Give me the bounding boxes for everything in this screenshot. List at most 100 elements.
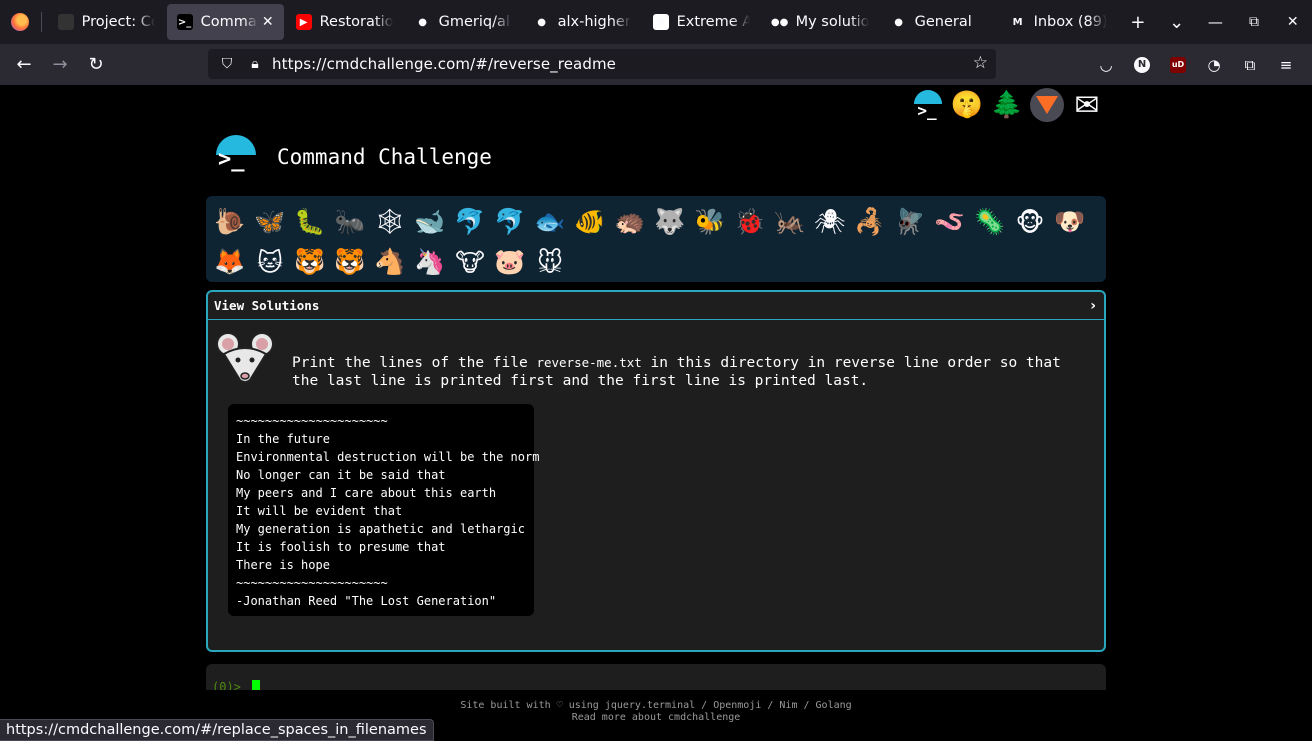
browser-tab[interactable]: ● alx-higher_ — [524, 4, 641, 40]
gitlab-icon[interactable] — [1030, 88, 1064, 122]
challenge-animal-icon[interactable]: 🦂 — [850, 202, 890, 242]
challenge-description: Print the lines of the file reverse-me.t… — [292, 354, 1092, 390]
firefox-menu-icon[interactable] — [0, 0, 41, 44]
close-window-button[interactable]: ✕ — [1273, 0, 1312, 44]
tree-icon[interactable]: 🌲 — [990, 88, 1024, 122]
command-prompt-logo-icon: >_ — [212, 133, 260, 181]
challenge-animal-icon[interactable]: 🐯 — [290, 242, 330, 282]
tab-favicon-icon: ● — [414, 14, 431, 30]
challenge-animal-icon[interactable]: 🐯 — [330, 242, 370, 282]
challenge-animal-icon[interactable]: 🦗 — [770, 202, 810, 242]
challenge-animal-icon[interactable]: 🦋 — [250, 202, 290, 242]
back-button[interactable]: ← — [6, 49, 42, 81]
shushing-face-icon[interactable]: 🤫 — [950, 88, 984, 122]
challenge-animal-icon[interactable]: 🐋 — [410, 202, 450, 242]
chevron-right-icon: › — [1090, 297, 1096, 314]
view-solutions-toggle[interactable]: View Solutions › — [208, 292, 1104, 320]
lock-icon[interactable]: 🔒︎ — [244, 56, 266, 72]
url-text[interactable]: https://cmdchallenge.com/#/reverse_readm… — [272, 55, 616, 73]
tab-strip: Project: Co>_Comman✕▶Restoration●Gmeriq/… — [0, 0, 1312, 44]
browser-tab[interactable]: ▶ Restoration — [286, 4, 403, 40]
challenge-animal-icon[interactable]: 🐭 — [530, 242, 570, 282]
challenge-animal-icon[interactable]: 🦄 — [410, 242, 450, 282]
tab-title: alx-higher_ — [557, 14, 631, 30]
challenge-animal-icon[interactable]: 🐬 — [490, 202, 530, 242]
challenge-animal-icon[interactable]: 🐌 — [210, 202, 250, 242]
challenge-animal-icon[interactable]: 🪱 — [930, 202, 970, 242]
new-tab-button[interactable]: + — [1119, 0, 1158, 44]
terminal-prompt[interactable]: (0)> — [212, 680, 261, 690]
tab-title: Restoration — [319, 14, 393, 30]
terminal-panel[interactable]: (0)> — [206, 664, 1106, 690]
forward-button[interactable]: → — [42, 49, 78, 81]
close-tab-icon[interactable]: ✕ — [262, 14, 274, 30]
task-filename: reverse-me.txt — [536, 355, 642, 370]
tab-title: Comman — [200, 14, 258, 30]
challenge-animal-icon[interactable]: 🐛 — [290, 202, 330, 242]
list-all-tabs-button[interactable]: ⌄ — [1157, 0, 1196, 44]
minimize-button[interactable]: — — [1196, 0, 1235, 44]
ublock-icon: uD — [1170, 56, 1186, 73]
tab-title: My solutio — [795, 14, 869, 30]
hamburger-menu-icon[interactable]: ≡ — [1268, 50, 1304, 80]
prompt-text: (0)> — [212, 680, 249, 690]
tab-favicon-icon: ◼ — [652, 14, 669, 30]
page-content: >_ 🤫 🌲 ✉ >_ Command Challenge 🐌 🦋 🐛 🐜 🕸 🐋 🐬 🐬 🐟 🐠… — [0, 85, 1312, 741]
tab-title: Project: Co — [81, 14, 155, 30]
browser-tab[interactable]: ● General — [881, 4, 998, 40]
challenge-animal-icon[interactable]: 🐜 — [330, 202, 370, 242]
challenge-animal-icon[interactable]: 🐮 — [450, 242, 490, 282]
challenge-animal-icon[interactable]: 🕷 — [810, 202, 850, 242]
page-title: Command Challenge — [277, 145, 492, 169]
tab-favicon-icon: M — [1009, 14, 1026, 30]
top-icon-bar: >_ 🤫 🌲 ✉ — [910, 88, 1104, 123]
browser-tab[interactable]: >_ Comman✕ — [166, 4, 284, 40]
challenge-animal-icon[interactable]: 🦠 — [970, 202, 1010, 242]
tab-title: Gmeriq/alx — [438, 14, 512, 30]
tab-separator — [40, 12, 42, 32]
reload-icon: ↻ — [88, 54, 104, 75]
browser-tab[interactable]: Project: Co — [48, 4, 165, 40]
extension-n-button[interactable]: N — [1124, 50, 1160, 80]
tab-favicon-icon: >_ — [176, 14, 193, 30]
file-contents-block: ~~~~~~~~~~~~~~~~~~~~~ In the future Envi… — [228, 404, 539, 616]
challenge-animal-icon[interactable]: 🦊 — [210, 242, 250, 282]
challenge-animal-icon[interactable]: 🐴 — [370, 242, 410, 282]
challenge-animal-icon[interactable]: 🐺 — [650, 202, 690, 242]
challenge-animal-icon[interactable]: 🐬 — [450, 202, 490, 242]
browser-tab[interactable]: ●● My solutio — [762, 4, 879, 40]
challenge-animal-icon[interactable]: 🐟 — [530, 202, 570, 242]
challenge-animal-icon[interactable]: 🐷 — [490, 242, 530, 282]
tab-list: Project: Co >_ Comman✕ ▶ Restoration ● Gmeriq/… — [48, 4, 1119, 40]
ublock-button[interactable]: uD — [1160, 50, 1196, 80]
footer-credits[interactable]: Site built with ♡ using jquery.terminal … — [0, 700, 1312, 712]
terminal-cursor — [252, 680, 261, 690]
browser-tab[interactable]: ◼ Extreme Av — [643, 4, 760, 40]
challenge-animal-icon[interactable]: 🐵 — [1010, 202, 1050, 242]
reload-button[interactable]: ↻ — [78, 49, 114, 81]
terminal-icon[interactable]: >_ — [910, 88, 944, 122]
challenge-animal-icon[interactable]: 🦔 — [610, 202, 650, 242]
extensions-puzzle-icon[interactable]: ⧉ — [1232, 50, 1268, 80]
challenge-animal-icon[interactable]: 🪰 — [890, 202, 930, 242]
tab-favicon-icon: ●● — [771, 14, 788, 30]
challenge-animal-icon[interactable]: 🐠 — [570, 202, 610, 242]
challenge-animal-icon[interactable]: 🐱 — [250, 242, 290, 282]
challenge-animal-icon[interactable]: 🐶 — [1050, 202, 1090, 242]
tab-favicon-icon: ● — [890, 14, 907, 30]
challenge-animal-icon[interactable]: 🕸 — [370, 202, 410, 242]
bookmark-star-icon[interactable]: ☆ — [973, 53, 988, 73]
browser-tab[interactable]: M Inbox (89) — [1000, 4, 1117, 40]
address-bar[interactable]: ⛉ 🔒︎ https://cmdchallenge.com/#/reverse_… — [208, 49, 996, 79]
restore-button[interactable]: ⧉ — [1235, 0, 1274, 44]
site-brand[interactable]: >_ Command Challenge — [212, 133, 492, 181]
tab-favicon-icon: ▶ — [295, 14, 312, 30]
shield-icon[interactable]: ⛉ — [216, 56, 238, 72]
challenge-animal-icon[interactable]: 🐝 — [690, 202, 730, 242]
envelope-icon[interactable]: ✉ — [1070, 88, 1104, 123]
extension-mask-icon[interactable]: ◔ — [1196, 50, 1232, 80]
pocket-icon[interactable]: ◡ — [1088, 50, 1124, 80]
challenge-animal-icon[interactable]: 🐞 — [730, 202, 770, 242]
view-solutions-label: View Solutions — [214, 298, 320, 313]
browser-tab[interactable]: ● Gmeriq/alx — [405, 4, 522, 40]
